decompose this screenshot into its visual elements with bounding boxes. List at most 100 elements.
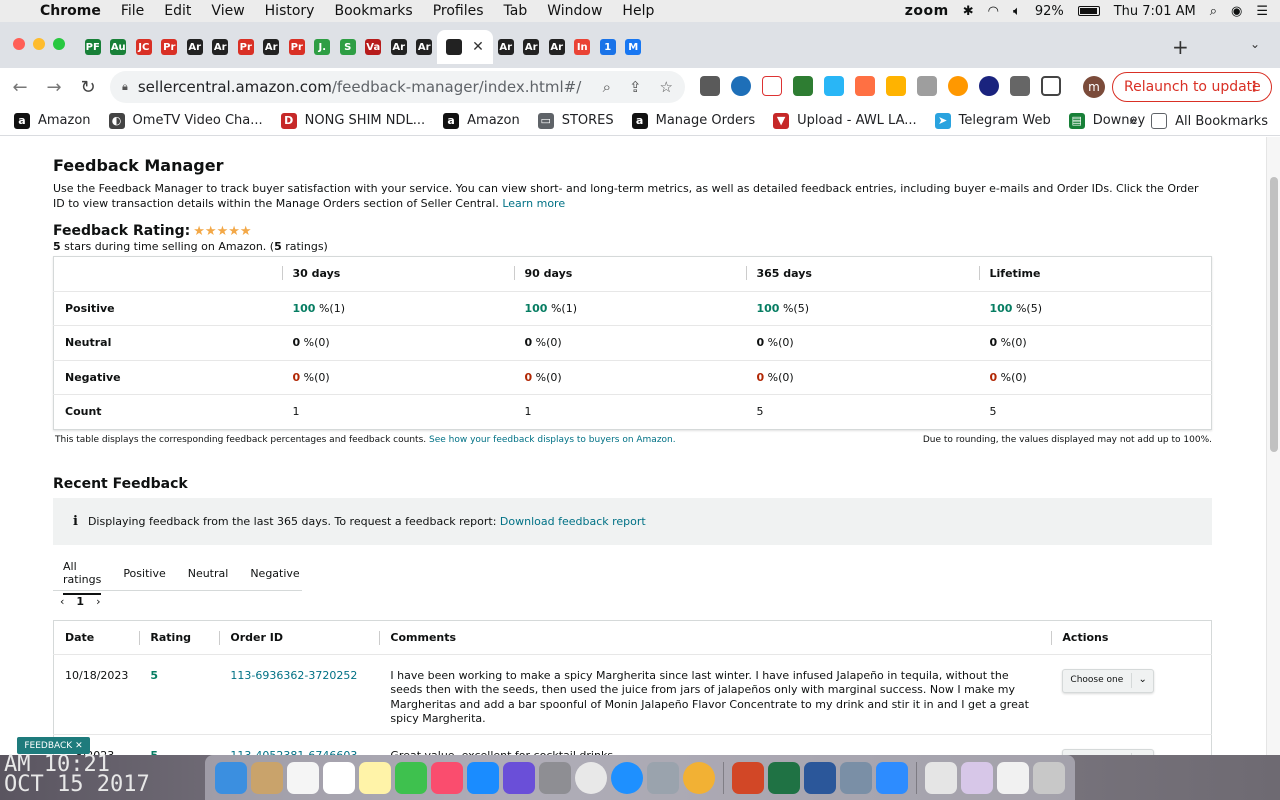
forward-button[interactable]: →: [40, 77, 68, 98]
back-button[interactable]: ←: [6, 77, 34, 98]
spotlight-search-icon[interactable]: ⌕: [1210, 4, 1217, 19]
prev-page-chevron-icon[interactable]: ‹: [60, 595, 64, 608]
menu-view[interactable]: View: [211, 3, 244, 19]
learn-more-link[interactable]: Learn more: [502, 197, 565, 210]
browser-tab[interactable]: PF: [80, 30, 106, 64]
bookmark-item[interactable]: a Amazon: [443, 112, 520, 129]
system-preferences-icon[interactable]: [539, 761, 571, 794]
extension-blue-icon[interactable]: [731, 76, 751, 96]
document-stack-icon[interactable]: [997, 761, 1029, 794]
safari-icon[interactable]: [611, 761, 643, 794]
bookmark-item[interactable]: D NONG SHIM NDL...: [280, 112, 425, 129]
zoom-app-icon[interactable]: [876, 761, 908, 794]
browser-tab[interactable]: S: [335, 30, 361, 64]
word-icon[interactable]: [804, 761, 836, 794]
browser-tab[interactable]: 1: [595, 30, 621, 64]
browser-tab[interactable]: Va: [361, 30, 387, 64]
excel-icon[interactable]: [768, 761, 800, 794]
bookmarks-overflow-icon[interactable]: »: [1129, 114, 1137, 129]
browser-tab[interactable]: Ar: [519, 30, 545, 64]
order-id-link[interactable]: 113-6936362-3720252: [230, 669, 357, 682]
tab-positive[interactable]: Positive: [123, 558, 165, 589]
tab-all-ratings[interactable]: All ratings: [63, 551, 101, 595]
browser-tab[interactable]: J.: [310, 30, 336, 64]
bookmark-star-icon[interactable]: ☆: [660, 78, 673, 96]
tab-negative[interactable]: Negative: [250, 558, 299, 589]
menu-edit[interactable]: Edit: [164, 3, 191, 19]
bookmark-item[interactable]: ◐ OmeTV Video Cha...: [108, 112, 263, 129]
siri-dock-icon[interactable]: [503, 761, 535, 794]
browser-tab[interactable]: JC: [131, 30, 157, 64]
extension-off-icon[interactable]: [886, 76, 906, 96]
bluetooth-icon[interactable]: ✱: [963, 4, 974, 19]
extension-coupon-icon[interactable]: [700, 76, 720, 96]
menu-file[interactable]: File: [121, 3, 144, 19]
battery-icon[interactable]: [1077, 6, 1100, 16]
browser-tab[interactable]: Pr: [233, 30, 259, 64]
relaunch-button[interactable]: Relaunch to update ⋮: [1112, 72, 1272, 102]
bookmark-item[interactable]: ➤ Telegram Web: [934, 112, 1051, 129]
chrome-icon[interactable]: [575, 761, 607, 794]
close-tab-icon[interactable]: ✕: [472, 39, 484, 55]
notes-icon[interactable]: [359, 761, 391, 794]
browser-tab[interactable]: Ar: [544, 30, 570, 64]
extension-red-icon[interactable]: [762, 76, 782, 96]
launchpad-icon[interactable]: [647, 761, 679, 794]
browser-tab[interactable]: Ar: [493, 30, 519, 64]
close-window-button[interactable]: [13, 38, 25, 50]
browser-tab[interactable]: Pr: [284, 30, 310, 64]
browser-tab[interactable]: M: [621, 30, 647, 64]
new-tab-button[interactable]: +: [1172, 35, 1189, 59]
bookmark-item[interactable]: a Amazon: [14, 112, 91, 129]
browser-tab[interactable]: Ar: [259, 30, 285, 64]
address-bar[interactable]: 🔒︎ sellercentral.amazon.com/feedback-man…: [110, 71, 685, 103]
zoom-status-icon[interactable]: zoom: [905, 3, 949, 19]
scrollbar-thumb[interactable]: [1270, 177, 1278, 452]
minimize-window-button[interactable]: [33, 38, 45, 50]
extension-f-icon[interactable]: [979, 76, 999, 96]
lock-icon[interactable]: 🔒︎: [122, 80, 128, 94]
browser-tab[interactable]: In: [570, 30, 596, 64]
recent-file-icon[interactable]: [961, 761, 993, 794]
downloads-stack-icon[interactable]: [925, 761, 957, 794]
bookmark-item[interactable]: a Manage Orders: [631, 112, 755, 129]
calendar-icon[interactable]: [323, 761, 355, 794]
reload-button[interactable]: ↻: [74, 77, 102, 98]
buyer-view-link[interactable]: See how your feedback displays to buyers…: [429, 435, 676, 445]
extension-js-icon[interactable]: [855, 76, 875, 96]
trash-icon[interactable]: [1033, 761, 1065, 794]
more-menu-icon[interactable]: ⋮: [1247, 79, 1261, 95]
bookmark-item[interactable]: ▭ STORES: [537, 112, 614, 129]
browser-tab[interactable]: Ar: [208, 30, 234, 64]
profile-avatar[interactable]: m: [1083, 76, 1105, 98]
extension-rs-icon[interactable]: [793, 76, 813, 96]
bookmark-item[interactable]: ▼ Upload - AWL LA...: [773, 112, 917, 129]
music-icon[interactable]: [431, 761, 463, 794]
tab-neutral[interactable]: Neutral: [188, 558, 229, 589]
siri-icon[interactable]: ◉: [1231, 4, 1242, 19]
volume-icon[interactable]: 🔈︎: [1013, 4, 1021, 19]
finder-icon[interactable]: [215, 761, 247, 794]
maximize-window-button[interactable]: [53, 38, 65, 50]
facetime-icon[interactable]: [395, 761, 427, 794]
tab-search-chevron-icon[interactable]: ⌄: [1250, 37, 1260, 51]
contacts-icon[interactable]: [251, 761, 283, 794]
menu-profiles[interactable]: Profiles: [433, 3, 484, 19]
extension-grey-icon[interactable]: [917, 76, 937, 96]
menu-tab[interactable]: Tab: [504, 3, 528, 19]
extension-orange-icon[interactable]: [948, 76, 968, 96]
browser-tab[interactable]: Ar: [412, 30, 438, 64]
menu-bookmarks[interactable]: Bookmarks: [334, 3, 412, 19]
extension-scout-icon[interactable]: [824, 76, 844, 96]
browser-tab[interactable]: Au: [106, 30, 132, 64]
choose-action-dropdown[interactable]: Choose one ⌄: [1062, 668, 1155, 693]
menu-app-name[interactable]: Chrome: [40, 3, 101, 19]
app-store-icon[interactable]: [467, 761, 499, 794]
tab-active[interactable]: ✕: [437, 30, 493, 64]
page-scrollbar[interactable]: [1266, 137, 1280, 755]
sidepanel-icon[interactable]: [1041, 76, 1061, 96]
control-center-icon[interactable]: ☰: [1256, 4, 1268, 19]
reminders-icon[interactable]: [287, 761, 319, 794]
menu-history[interactable]: History: [265, 3, 315, 19]
photos-icon[interactable]: [683, 761, 715, 794]
